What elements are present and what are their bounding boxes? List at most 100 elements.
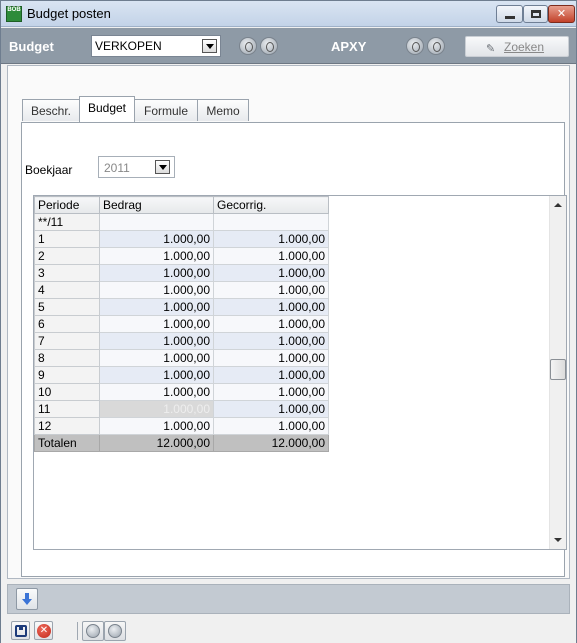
bedrag-cell[interactable]: 1.000,00	[99, 349, 214, 367]
bedrag-cell[interactable]: 1.000,00	[99, 247, 214, 265]
gecorrig-cell[interactable]	[213, 213, 329, 231]
app-logo-icon: BOB	[6, 6, 22, 22]
vertical-scrollbar[interactable]	[549, 196, 566, 549]
tab-label: Formule	[143, 104, 188, 118]
periode-cell[interactable]: 4	[34, 281, 100, 299]
search-button[interactable]: ✎ Zoeken	[465, 36, 569, 57]
bedrag-cell[interactable]: 1.000,00	[99, 315, 214, 333]
tab-label: Memo	[206, 104, 240, 118]
cancel-icon: ✕	[37, 624, 51, 638]
periode-cell[interactable]: 2	[34, 247, 100, 265]
periode-cell[interactable]: 8	[34, 349, 100, 367]
periode-cell[interactable]: 12	[34, 417, 100, 435]
budget-table: Periode Bedrag Gecorrig. **/11 1 1.000,00…	[34, 196, 329, 452]
company-label: APXY	[331, 39, 367, 54]
table-row[interactable]: 5 1.000,00 1.000,00	[34, 298, 329, 316]
bedrag-cell[interactable]: 1.000,00	[99, 298, 214, 316]
gecorrig-cell[interactable]: 1.000,00	[213, 383, 329, 401]
scroll-up-icon[interactable]	[554, 203, 562, 207]
chevron-down-icon[interactable]	[155, 160, 170, 174]
periode-cell[interactable]: 5	[34, 298, 100, 316]
table-row[interactable]: 6 1.000,00 1.000,00	[34, 315, 329, 333]
table-row[interactable]: 2 1.000,00 1.000,00	[34, 247, 329, 265]
periode-cell[interactable]: **/11	[34, 213, 100, 231]
budget-select[interactable]: VERKOPEN	[91, 35, 221, 57]
next-record-button[interactable]	[104, 621, 126, 641]
minimize-button[interactable]	[496, 5, 523, 23]
totals-gecorrig: 12.000,00	[213, 434, 329, 452]
gecorrig-cell[interactable]: 1.000,00	[213, 417, 329, 435]
cancel-button[interactable]: ✕	[34, 621, 53, 640]
boekjaar-value: 2011	[104, 161, 130, 175]
gecorrig-cell[interactable]: 1.000,00	[213, 315, 329, 333]
next-record-icon	[108, 624, 122, 638]
scrollbar-thumb[interactable]	[550, 359, 566, 380]
bedrag-cell[interactable]	[99, 213, 214, 231]
table-row[interactable]: 8 1.000,00 1.000,00	[34, 349, 329, 367]
table-row[interactable]: 12 1.000,00 1.000,00	[34, 417, 329, 435]
column-header-gecorrig[interactable]: Gecorrig.	[213, 196, 329, 214]
table-row-selected[interactable]: 11 1.000,00 1.000,00	[34, 400, 329, 418]
budget-select-value: VERKOPEN	[95, 39, 162, 53]
totals-bedrag: 12.000,00	[99, 434, 214, 452]
close-button[interactable]: ✕	[548, 5, 575, 23]
table-row[interactable]: 7 1.000,00 1.000,00	[34, 332, 329, 350]
table-row[interactable]: 9 1.000,00 1.000,00	[34, 366, 329, 384]
gecorrig-cell[interactable]: 1.000,00	[213, 230, 329, 248]
periode-cell[interactable]: 6	[34, 315, 100, 333]
table-row[interactable]: 1 1.000,00 1.000,00	[34, 230, 329, 248]
table-row[interactable]: 4 1.000,00 1.000,00	[34, 281, 329, 299]
save-button[interactable]	[11, 621, 30, 640]
chevron-down-icon[interactable]	[202, 39, 217, 53]
boekjaar-select[interactable]: 2011	[98, 156, 175, 178]
bedrag-cell[interactable]: 1.000,00	[99, 264, 214, 282]
move-down-button[interactable]	[16, 588, 38, 610]
close-icon: ✕	[556, 8, 567, 20]
toolbar-divider	[77, 622, 78, 640]
next-budget-button[interactable]	[260, 37, 278, 55]
totals-row: Totalen 12.000,00 12.000,00	[34, 434, 329, 452]
table-row[interactable]: 10 1.000,00 1.000,00	[34, 383, 329, 401]
periode-cell[interactable]: 7	[34, 332, 100, 350]
minimize-icon	[505, 16, 515, 19]
bedrag-cell[interactable]: 1.000,00	[99, 383, 214, 401]
title-bar: BOB Budget posten ✕	[1, 1, 576, 27]
gecorrig-cell[interactable]: 1.000,00	[213, 400, 329, 418]
table-row[interactable]: **/11	[34, 213, 329, 231]
column-header-periode[interactable]: Periode	[34, 196, 100, 214]
periode-cell[interactable]: 9	[34, 366, 100, 384]
tab-label: Budget	[87, 101, 127, 115]
gecorrig-cell[interactable]: 1.000,00	[213, 332, 329, 350]
previous-budget-button[interactable]	[239, 37, 257, 55]
tab-budget[interactable]: Budget	[79, 96, 135, 122]
gecorrig-cell[interactable]: 1.000,00	[213, 247, 329, 265]
periode-cell[interactable]: 10	[34, 383, 100, 401]
previous-record-icon	[86, 624, 100, 638]
gecorrig-cell[interactable]: 1.000,00	[213, 366, 329, 384]
grid-action-bar	[7, 584, 570, 614]
tab-beschr[interactable]: Beschr.	[22, 99, 80, 121]
bedrag-cell-focused[interactable]: 1.000,00	[99, 400, 214, 418]
bedrag-cell[interactable]: 1.000,00	[99, 417, 214, 435]
periode-cell[interactable]: 1	[34, 230, 100, 248]
tab-formule[interactable]: Formule	[134, 99, 198, 121]
bedrag-cell[interactable]: 1.000,00	[99, 332, 214, 350]
periode-cell[interactable]: 11	[34, 400, 100, 418]
periode-cell[interactable]: 3	[34, 264, 100, 282]
next-company-button[interactable]	[427, 37, 445, 55]
bedrag-cell[interactable]: 1.000,00	[99, 230, 214, 248]
bedrag-cell[interactable]: 1.000,00	[99, 366, 214, 384]
table-row[interactable]: 3 1.000,00 1.000,00	[34, 264, 329, 282]
budget-grid[interactable]: Periode Bedrag Gecorrig. **/11 1 1.000,00…	[33, 195, 567, 550]
previous-company-button[interactable]	[406, 37, 424, 55]
bedrag-cell[interactable]: 1.000,00	[99, 281, 214, 299]
previous-record-button[interactable]	[82, 621, 104, 641]
scroll-down-icon[interactable]	[554, 538, 562, 542]
gecorrig-cell[interactable]: 1.000,00	[213, 349, 329, 367]
column-header-bedrag[interactable]: Bedrag	[99, 196, 214, 214]
gecorrig-cell[interactable]: 1.000,00	[213, 281, 329, 299]
gecorrig-cell[interactable]: 1.000,00	[213, 298, 329, 316]
gecorrig-cell[interactable]: 1.000,00	[213, 264, 329, 282]
maximize-button[interactable]	[523, 5, 548, 23]
tab-memo[interactable]: Memo	[197, 99, 249, 121]
